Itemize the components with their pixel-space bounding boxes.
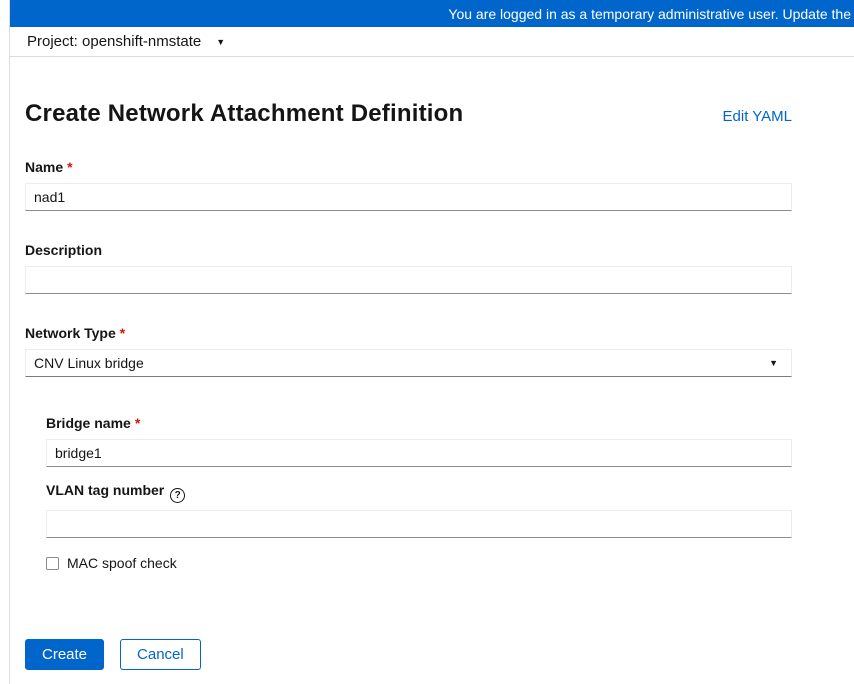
vlan-input[interactable]: [46, 510, 792, 538]
edit-yaml-link[interactable]: Edit YAML: [723, 108, 792, 125]
required-asterisk: *: [67, 159, 73, 175]
network-type-field-group: Network Type * CNV Linux bridge ▼: [25, 325, 792, 377]
description-field-group: Description: [25, 242, 792, 294]
project-selector[interactable]: Project: openshift-nmstate ▼: [27, 33, 225, 50]
mac-spoof-checkbox[interactable]: [46, 556, 59, 570]
cancel-button[interactable]: Cancel: [120, 639, 201, 670]
create-nad-form: Name* Description Network Type* CNV Linu…: [25, 159, 792, 571]
title-row: Create Network Attachment Definition Edi…: [25, 100, 792, 128]
bridge-name-label: Bridge name *: [46, 415, 792, 432]
description-label: Description: [25, 242, 792, 259]
main-content: Create Network Attachment Definition Edi…: [10, 100, 854, 670]
vlan-label-text: VLAN tag number: [46, 482, 165, 498]
network-type-label: Network Type *: [25, 325, 792, 342]
caret-down-icon: ▼: [216, 36, 226, 47]
name-input[interactable]: [25, 183, 792, 211]
description-label-text: Description: [25, 242, 103, 258]
page-title: Create Network Attachment Definition: [25, 100, 464, 127]
caret-down-icon: ▼: [769, 357, 778, 368]
question-circle-icon[interactable]: ?: [170, 488, 186, 503]
bridge-name-input[interactable]: [46, 439, 792, 467]
vlan-field-group: VLAN tag number?: [46, 482, 792, 538]
name-label-text: Name: [25, 159, 64, 175]
mac-spoof-field-group: MAC spoof check: [46, 555, 792, 571]
bridge-name-field-group: Bridge name *: [46, 415, 792, 467]
name-label: Name *: [25, 159, 792, 176]
banner-text: You are logged in as a temporary adminis…: [448, 5, 851, 22]
project-selector-label: Project: openshift-nmstate: [27, 33, 202, 50]
project-bar: Project: openshift-nmstate ▼: [10, 27, 854, 57]
page: You are logged in as a temporary adminis…: [10, 0, 854, 684]
mac-spoof-label[interactable]: MAC spoof check: [67, 555, 177, 571]
temporary-user-banner: You are logged in as a temporary adminis…: [10, 0, 854, 27]
vlan-label: VLAN tag number?: [46, 482, 792, 503]
name-field-group: Name *: [25, 159, 792, 211]
create-button[interactable]: Create: [25, 639, 105, 670]
required-asterisk: *: [134, 415, 141, 431]
network-type-select[interactable]: CNV Linux bridge ▼: [25, 349, 792, 377]
form-actions: Create Cancel: [25, 639, 792, 670]
bridge-name-label-text: Bridge name: [46, 415, 131, 431]
network-type-label-text: Network Type: [25, 325, 116, 341]
required-asterisk: *: [119, 325, 126, 341]
network-type-selected-value: CNV Linux bridge: [34, 355, 144, 371]
description-input[interactable]: [25, 266, 792, 294]
bridge-settings-group: Bridge name* VLAN tag number? MAC spoof …: [46, 415, 792, 571]
